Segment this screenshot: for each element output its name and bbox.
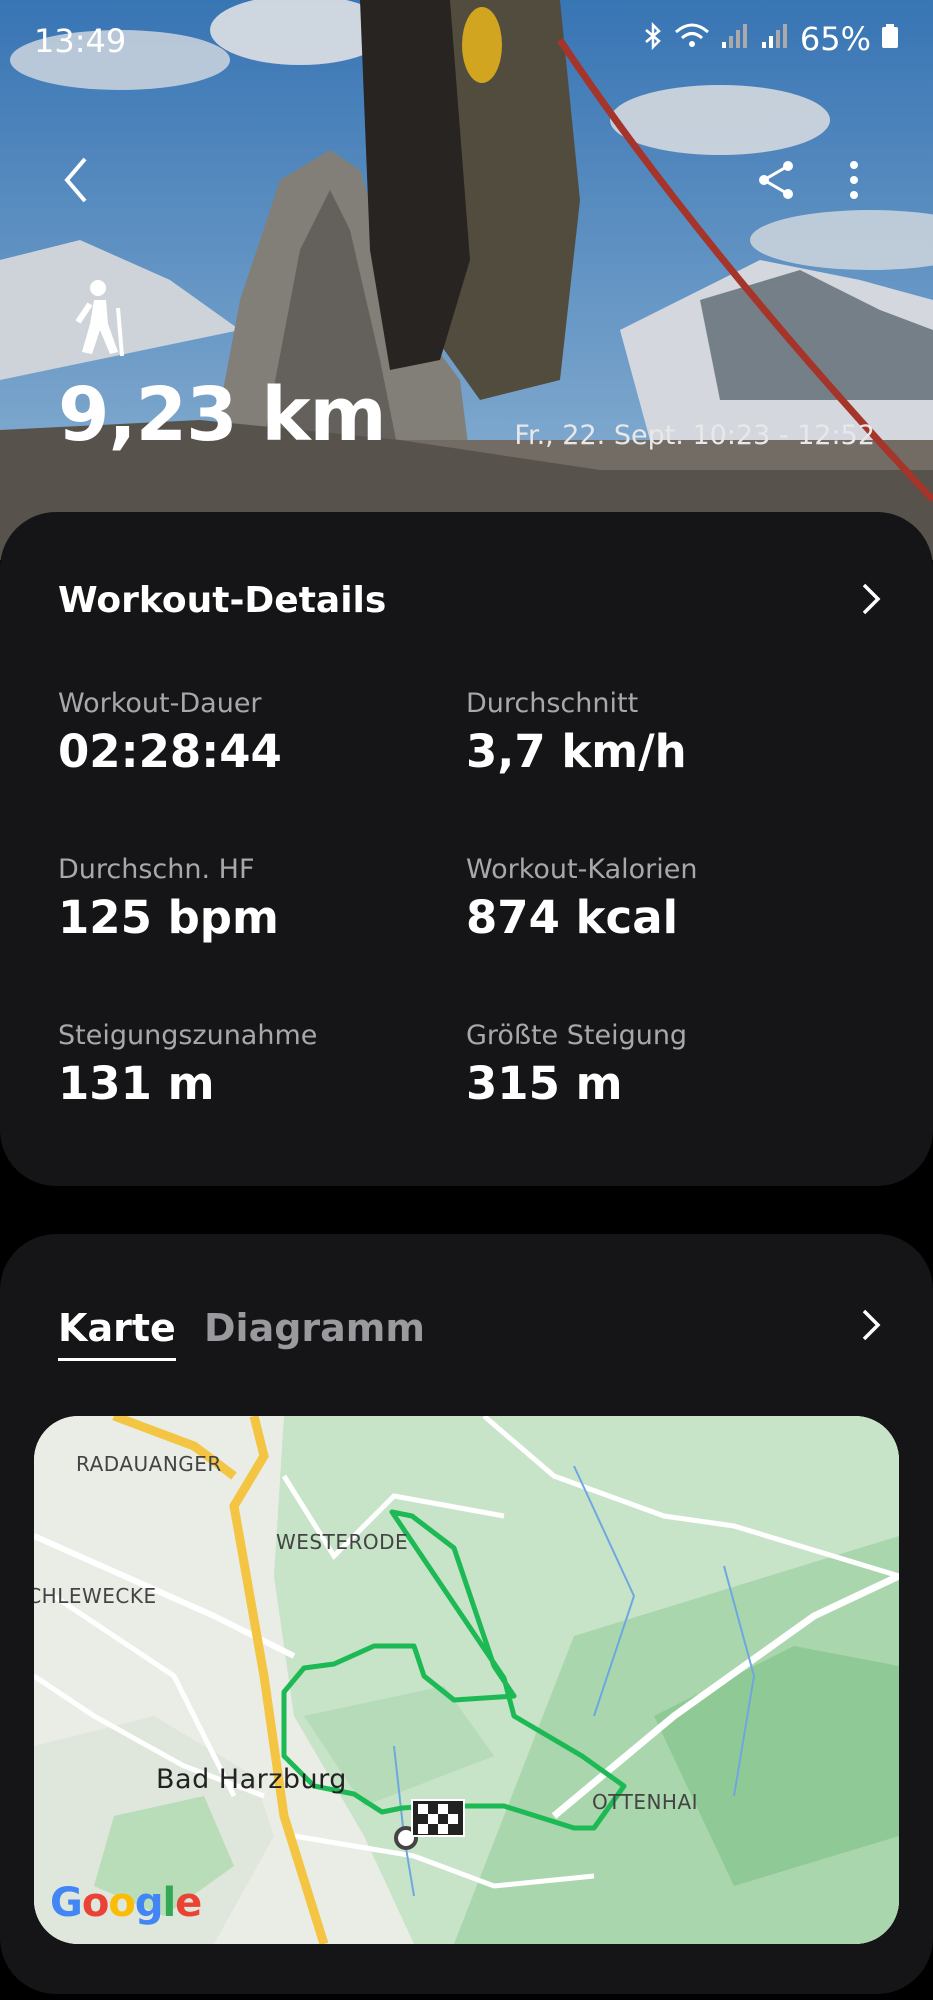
metric-value: 02:28:44: [58, 725, 282, 778]
metric-label: Größte Steigung: [466, 1020, 688, 1051]
workout-datetime: Fr., 22. Sept. 10:23 - 12:52: [514, 420, 875, 451]
chevron-left-icon: [64, 157, 87, 203]
map-card: Karte Diagramm RADAUANGER WESTERODE CHLE…: [0, 1234, 933, 1994]
metric-label: Durchschnitt: [466, 688, 639, 719]
map-label-ottenhai: OTTENHAI: [592, 1790, 699, 1814]
signal-icon: [720, 20, 750, 58]
status-time: 13:49: [34, 22, 127, 60]
metric-max-elevation: Größte Steigung 315 m: [466, 1020, 687, 1110]
map-label-bad-harzburg: Bad Harzburg: [156, 1764, 347, 1795]
metric-duration: Workout-Dauer 02:28:44: [58, 688, 282, 778]
wifi-icon: [674, 20, 710, 58]
google-logo: Google: [50, 1880, 202, 1926]
metric-elevation-gain: Steigungszunahme 131 m: [58, 1020, 317, 1110]
metric-label: Steigungszunahme: [58, 1020, 318, 1051]
hiking-icon: [70, 278, 134, 358]
battery-icon: [881, 20, 899, 58]
more-options-button[interactable]: [830, 152, 878, 208]
route-map[interactable]: RADAUANGER WESTERODE SCHLEWECKE Bad Harz…: [34, 1416, 899, 1944]
tab-chart[interactable]: Diagramm: [204, 1306, 425, 1350]
metric-average-speed: Durchschnitt 3,7 km/h: [466, 688, 687, 778]
metric-label: Workout-Dauer: [58, 688, 262, 719]
share-button[interactable]: [748, 152, 804, 208]
map-label-radauanger: RADAUANGER: [76, 1452, 222, 1476]
metric-label: Durchschn. HF: [58, 854, 255, 885]
workout-distance: 9,23 km: [58, 372, 387, 458]
map-label-schlewecke: SCHLEWECKE: [34, 1584, 157, 1608]
metric-heart-rate: Durchschn. HF 125 bpm: [58, 854, 279, 944]
battery-percent: 65%: [799, 20, 871, 58]
hero-image: [0, 0, 933, 560]
map-label-westerode: WESTERODE: [276, 1530, 409, 1554]
metric-value: 3,7 km/h: [466, 725, 687, 778]
metric-value: 874 kcal: [466, 891, 678, 944]
metric-value: 125 bpm: [58, 891, 279, 944]
map-canvas: [34, 1416, 899, 1944]
chevron-right-icon: [862, 1309, 881, 1341]
metric-label: Workout-Kalorien: [466, 854, 698, 885]
workout-details-open-button[interactable]: [861, 582, 881, 620]
back-button[interactable]: [46, 150, 106, 210]
metric-calories: Workout-Kalorien 874 kcal: [466, 854, 698, 944]
workout-details-title: Workout-Details: [58, 580, 387, 621]
metric-value: 315 m: [466, 1057, 623, 1110]
more-vertical-icon: [850, 161, 858, 199]
map-open-button[interactable]: [861, 1308, 881, 1346]
signal-icon: [760, 20, 790, 58]
tab-map[interactable]: Karte: [58, 1306, 176, 1361]
chevron-right-icon: [862, 583, 881, 615]
workout-details-card: Workout-Details Workout-Dauer 02:28:44 D…: [0, 512, 933, 1186]
share-icon: [759, 161, 793, 199]
bluetooth-icon: [642, 20, 664, 58]
metric-value: 131 m: [58, 1057, 215, 1110]
status-bar: 13:49 65%: [0, 0, 933, 80]
